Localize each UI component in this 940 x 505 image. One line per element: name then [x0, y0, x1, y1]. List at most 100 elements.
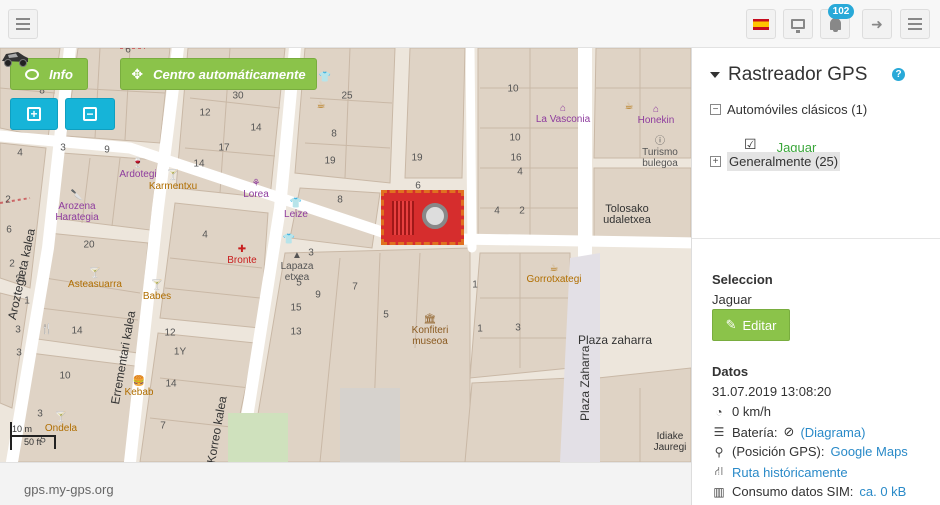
database-icon: ☰: [713, 425, 725, 439]
selection-heading: Seleccion: [712, 272, 773, 287]
bell-icon: [829, 18, 841, 32]
house-number: 3: [15, 324, 21, 336]
house-number: 4: [202, 229, 208, 241]
user-menu-button[interactable]: [900, 9, 930, 39]
poi-palace[interactable]: Idiake Jauregi: [654, 431, 687, 453]
display-button[interactable]: [783, 9, 813, 39]
tree-group-classic-cars[interactable]: − Automóviles clásicos (1): [710, 102, 867, 117]
minus-icon: −: [83, 107, 97, 121]
collapse-icon[interactable]: −: [710, 104, 721, 115]
search-icon: ⚲: [714, 444, 724, 459]
speedometer-icon: ◔: [715, 404, 723, 419]
hamburger-icon: [16, 18, 30, 30]
vehicle-photo-marker[interactable]: [381, 190, 464, 245]
house-number: 1: [472, 279, 478, 291]
caret-down-icon: [710, 72, 720, 78]
pharmacy-icon: ✚: [237, 244, 247, 255]
poi-butcher[interactable]: 🔪 Arozena Harategia: [55, 190, 98, 223]
poi-pharmacy[interactable]: ✚ Bronte: [227, 244, 256, 266]
car-grille: [392, 201, 414, 235]
poi-bar[interactable]: 🍸 Karmentxu: [149, 170, 197, 192]
house-number: 8: [337, 194, 343, 206]
poi-clothes-3[interactable]: 👕: [283, 234, 295, 245]
house-number: 4: [517, 166, 523, 178]
gps-position-row: ⚲ (Posición GPS): Google Maps: [712, 444, 908, 459]
battery-row: ☰ Batería: ⊘ (Diagrama): [713, 424, 866, 440]
poi-cafe-3[interactable]: ☕: [625, 101, 634, 112]
language-button[interactable]: [746, 9, 776, 39]
house-number: 3: [16, 347, 22, 359]
route-row: ⛙ Ruta históricamente: [712, 464, 848, 480]
top-bar: 102 ➜: [0, 0, 940, 48]
menu-toggle-button[interactable]: [8, 9, 38, 39]
notification-count-badge: 102: [828, 4, 854, 19]
house-number: 13: [290, 326, 302, 338]
house-number: 15: [290, 302, 302, 314]
poi-bar-2[interactable]: 🍸 Asteasuarra: [68, 268, 122, 290]
vintage-car-icon[interactable]: [0, 48, 30, 68]
poi-tourist-info[interactable]: ⓘ Turismo bulegoa: [642, 136, 678, 169]
poi-florist[interactable]: ⚘ Lorea: [243, 178, 269, 200]
data-usage-link[interactable]: ca. 0 kB: [859, 484, 906, 499]
street-label: Plaza zaharra: [578, 333, 653, 347]
house-number: 6: [125, 48, 131, 56]
house-number: 12: [199, 107, 211, 119]
edit-button[interactable]: ✎ Editar: [712, 309, 790, 341]
poi-bar-3[interactable]: 🍸 Babes: [143, 280, 171, 302]
map-view[interactable]: 23 30 10 25 12 14 20 8 10 19 4 17 3 16 9…: [0, 48, 691, 462]
poi-restaurant[interactable]: 🍴: [41, 324, 53, 335]
poi-museum[interactable]: 🏛 Konfiteri museoa: [412, 314, 449, 347]
zoom-out-button[interactable]: −: [65, 98, 115, 130]
auto-center-button[interactable]: ✥ Centro automáticamente: [120, 58, 317, 90]
poi-cafe-2[interactable]: ☕: [317, 100, 326, 111]
flower-icon: ⚘: [251, 178, 261, 189]
cutlery-icon: 🍴: [40, 324, 54, 335]
coffee-icon: ☕: [549, 263, 559, 274]
tree-group-general[interactable]: + Generalmente (25): [710, 152, 841, 171]
car-wheel: [422, 203, 448, 229]
museum-icon: 🏛: [423, 314, 437, 325]
edit-icon: ✎: [725, 317, 737, 332]
google-maps-link[interactable]: Google Maps: [830, 444, 907, 459]
selection-value: Jaguar: [712, 292, 752, 307]
speed-row: ◔ 0 km/h: [712, 404, 771, 419]
map-scale: 10 m 50 ft: [10, 422, 58, 450]
plus-icon: +: [27, 107, 41, 121]
house-number: 2: [5, 194, 11, 206]
poi-clothes[interactable]: 👕 Leize: [284, 198, 308, 220]
poi-fast-food[interactable]: 🍔 Kebab: [125, 376, 154, 398]
house-number: 3: [60, 142, 66, 154]
expand-icon[interactable]: +: [710, 156, 721, 167]
last-update-datetime: 31.07.2019 13:08:20: [712, 384, 832, 399]
divider: [692, 238, 940, 239]
wine-glass-icon: 🍷: [131, 158, 145, 169]
poi-shop[interactable]: ⌂ La Vasconia: [536, 103, 590, 125]
poi-monument[interactable]: ▲ Lapaza etxea: [281, 250, 314, 283]
house-number: 3: [515, 322, 521, 334]
help-icon[interactable]: ?: [892, 68, 905, 81]
ban-icon: ⊘: [783, 424, 795, 439]
crosshair-icon: ✥: [131, 65, 144, 82]
route-history-link[interactable]: Ruta históricamente: [732, 465, 848, 480]
house-number: 19: [324, 155, 336, 167]
house-number: 3: [37, 408, 43, 420]
road-icon: ⛙: [714, 464, 724, 478]
logout-button[interactable]: ➜: [862, 9, 892, 39]
poi-clothes-2[interactable]: 👕: [319, 72, 331, 83]
poi-town-hall[interactable]: Tolosako udaletxea: [603, 204, 651, 226]
shirt-icon: 👕: [289, 198, 303, 209]
house-number: 25: [341, 90, 353, 102]
info-icon: ⓘ: [655, 136, 665, 147]
poi-shop-2[interactable]: ⌂ Honekin: [638, 104, 675, 126]
poi-cafe[interactable]: ☕ Gorrotxategi: [526, 263, 581, 285]
zoom-in-button[interactable]: +: [10, 98, 58, 130]
sidebar-title[interactable]: Rastreador GPS: [710, 64, 867, 86]
battery-diagram-link[interactable]: (Diagrama): [800, 425, 865, 440]
house-number: 14: [71, 325, 83, 337]
checkbox-checked-icon[interactable]: ☑: [744, 136, 757, 153]
coffee-icon: ☕: [624, 101, 634, 112]
cocktail-icon: 🍸: [88, 268, 102, 279]
street-label: Plaza Zaharra: [578, 345, 592, 421]
house-number: 16: [510, 152, 522, 164]
coffee-icon: ☕: [316, 100, 326, 111]
